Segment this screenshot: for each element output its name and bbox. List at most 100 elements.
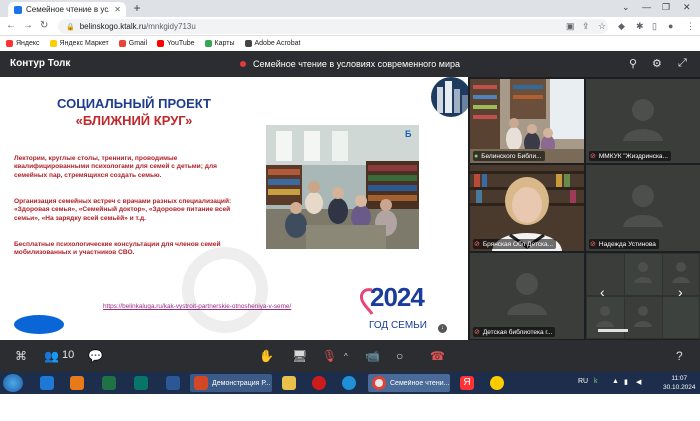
extensions-icon[interactable]: ✱ [636, 21, 644, 32]
bookmark-item[interactable]: Карты [204, 40, 235, 47]
taskbar-item-chrome[interactable]: Семейное чтени... [368, 374, 450, 392]
participant-name: ● Белинского Библи... [473, 151, 545, 161]
slide-subtitle: «БЛИЖНИЙ КРУГ» [75, 113, 193, 128]
fullscreen-icon[interactable]: ⤢ [678, 57, 687, 70]
settings-gear-icon[interactable]: ⚙ [652, 57, 662, 70]
media-player-taskbar-icon[interactable] [66, 374, 88, 392]
previous-page-arrow-icon[interactable]: ‹ [600, 284, 605, 300]
bookmark-label: Adobe Acrobat [254, 40, 301, 47]
yandex-extension-icon[interactable]: ◆ [618, 21, 625, 32]
profile-icon[interactable]: ● [668, 21, 673, 31]
screen: Семейное чтение в условия ✕ + ⌄ — ❐ ✕ ← … [0, 0, 700, 421]
record-icon[interactable]: ○ [396, 349, 403, 363]
publisher-taskbar-icon[interactable] [130, 374, 152, 392]
bookmark-item[interactable]: Adobe Acrobat [244, 40, 301, 47]
participant-tile[interactable]: ⊘ Детская библиотека г... [470, 253, 584, 339]
minimize-button[interactable]: — [642, 2, 651, 12]
bookmark-item[interactable]: Яндекс [6, 40, 40, 47]
network-icon[interactable]: ▮ [624, 378, 628, 386]
microphone-muted-icon: ⊘ [474, 241, 480, 248]
slide-info-badge[interactable]: ↓ [438, 324, 447, 333]
chat-icon[interactable]: 💬 [88, 349, 103, 363]
microphone-muted-icon: ⊘ [590, 153, 596, 160]
slide-link[interactable]: https://belinkaluga.ru/kak-vystroit-part… [103, 303, 291, 310]
url-host: belinskogo.ktalk.ru [79, 22, 146, 31]
bookmark-favicon-icon [49, 40, 57, 47]
bookmark-item[interactable]: Gmail [118, 40, 147, 47]
bookmark-star-icon[interactable]: ☆ [598, 21, 606, 32]
camera-permission-icon[interactable]: ▣ [566, 21, 575, 32]
camera-icon[interactable]: 📹 [365, 349, 380, 363]
forward-icon[interactable]: → [23, 20, 33, 31]
participant-name: ⊘ Брянская Обл Детска... [473, 239, 557, 249]
kaspersky-tray-icon[interactable]: k [594, 378, 598, 385]
address-bar[interactable]: 🔒 belinskogo.ktalk.ru /mnkgidy713u [58, 19, 608, 34]
bookmark-favicon-icon [118, 40, 126, 47]
library-logo-graphic [431, 77, 468, 117]
tab-title: Семейное чтение в условия [26, 5, 109, 14]
bookmark-item[interactable]: YouTube [157, 40, 195, 47]
participant-tile[interactable]: ⊘ ММКУК "Жиздринска... [586, 79, 700, 163]
recording-indicator-icon [240, 61, 246, 67]
ktalk-favicon-icon [14, 5, 22, 14]
participant-tile[interactable]: ⊘ Надежда Устинова [586, 165, 700, 251]
ie-taskbar-icon[interactable] [36, 374, 58, 392]
word-taskbar-icon[interactable] [162, 374, 184, 392]
maximize-button[interactable]: ❐ [662, 2, 670, 13]
yandex-taskbar-icon[interactable]: Я [456, 374, 478, 392]
taskbar-item-powerpoint[interactable]: Демонстрация Р... [190, 374, 272, 392]
new-tab-button[interactable]: + [131, 2, 143, 15]
participants-icon[interactable]: 👥 [44, 349, 59, 363]
start-button[interactable] [3, 374, 23, 392]
library-event-photo [266, 125, 419, 249]
yandex-browser-taskbar-icon[interactable] [486, 374, 508, 392]
bookmark-favicon-icon [244, 40, 252, 47]
leave-call-icon[interactable]: ☎ [430, 349, 445, 363]
input-language-indicator[interactable]: RU [578, 378, 588, 385]
participants-count[interactable]: 10 [62, 349, 74, 361]
raise-hand-icon[interactable]: ✋ [259, 349, 274, 363]
bookmark-label: Карты [214, 40, 235, 47]
blue-oval-shape [14, 315, 64, 334]
close-window-button[interactable]: ✕ [683, 2, 691, 13]
microphone-on-icon: ● [474, 152, 479, 160]
link-icon[interactable]: ⚲ [629, 57, 637, 70]
screen-share-icon[interactable]: 🖥 [292, 349, 307, 363]
microphone-options-chevron-icon[interactable]: ^ [344, 352, 348, 361]
share-icon[interactable]: ⇪ [582, 21, 590, 32]
layout-icon[interactable]: ⌘ [15, 349, 27, 363]
help-button[interactable]: ? [676, 349, 683, 363]
system-clock[interactable]: 11:07 30.10.2024 [663, 374, 696, 392]
back-icon[interactable]: ← [6, 20, 16, 31]
edge-taskbar-icon[interactable] [338, 374, 360, 392]
reload-icon[interactable]: ↻ [40, 20, 48, 31]
avatar-placeholder-icon [623, 99, 663, 141]
microphone-muted-icon[interactable]: 🎙 [322, 349, 337, 363]
clock-time: 11:07 [671, 375, 688, 382]
close-tab-icon[interactable]: ✕ [109, 5, 126, 14]
tray-expand-icon[interactable]: ▲ [612, 378, 619, 385]
explorer-taskbar-icon[interactable] [278, 374, 300, 392]
bookmark-favicon-icon [157, 40, 165, 47]
slide-paragraph-3: Бесплатные психологические консультации … [14, 241, 221, 257]
microphone-muted-icon: ⊘ [474, 329, 480, 336]
participant-name: ⊘ Надежда Устинова [589, 239, 659, 249]
bookmark-label: YouTube [167, 40, 195, 47]
tab-search-icon[interactable]: ⌄ [622, 2, 630, 13]
next-page-arrow-icon[interactable]: › [678, 284, 683, 300]
powerpoint-icon [194, 376, 208, 390]
participant-tile[interactable]: ● Белинского Библи... [470, 79, 584, 163]
opera-taskbar-icon[interactable] [308, 374, 330, 392]
browser-tab[interactable]: Семейное чтение в условия ✕ [8, 2, 126, 17]
bookmark-item[interactable]: Яндекс Маркет [49, 40, 109, 47]
participant-tile[interactable]: ⊘ Брянская Обл Детска... [470, 165, 584, 251]
volume-icon[interactable]: ◀ [636, 378, 641, 386]
menu-icon[interactable]: ⋮ [686, 21, 695, 32]
microphone-muted-icon: ⊘ [590, 241, 596, 248]
excel-taskbar-icon[interactable] [98, 374, 120, 392]
sidebar-icon[interactable]: ▯ [652, 21, 657, 32]
browser-tab-strip: Семейное чтение в условия ✕ + ⌄ — ❐ ✕ [0, 0, 700, 17]
meeting-controls-bar: ⌘ 👥 10 💬 ✋ 🖥 🎙 ^ 📹 ○ ☎ ? [0, 340, 700, 372]
participant-name: ⊘ ММКУК "Жиздринска... [589, 151, 671, 161]
url-path: /mnkgidy713u [145, 22, 196, 31]
